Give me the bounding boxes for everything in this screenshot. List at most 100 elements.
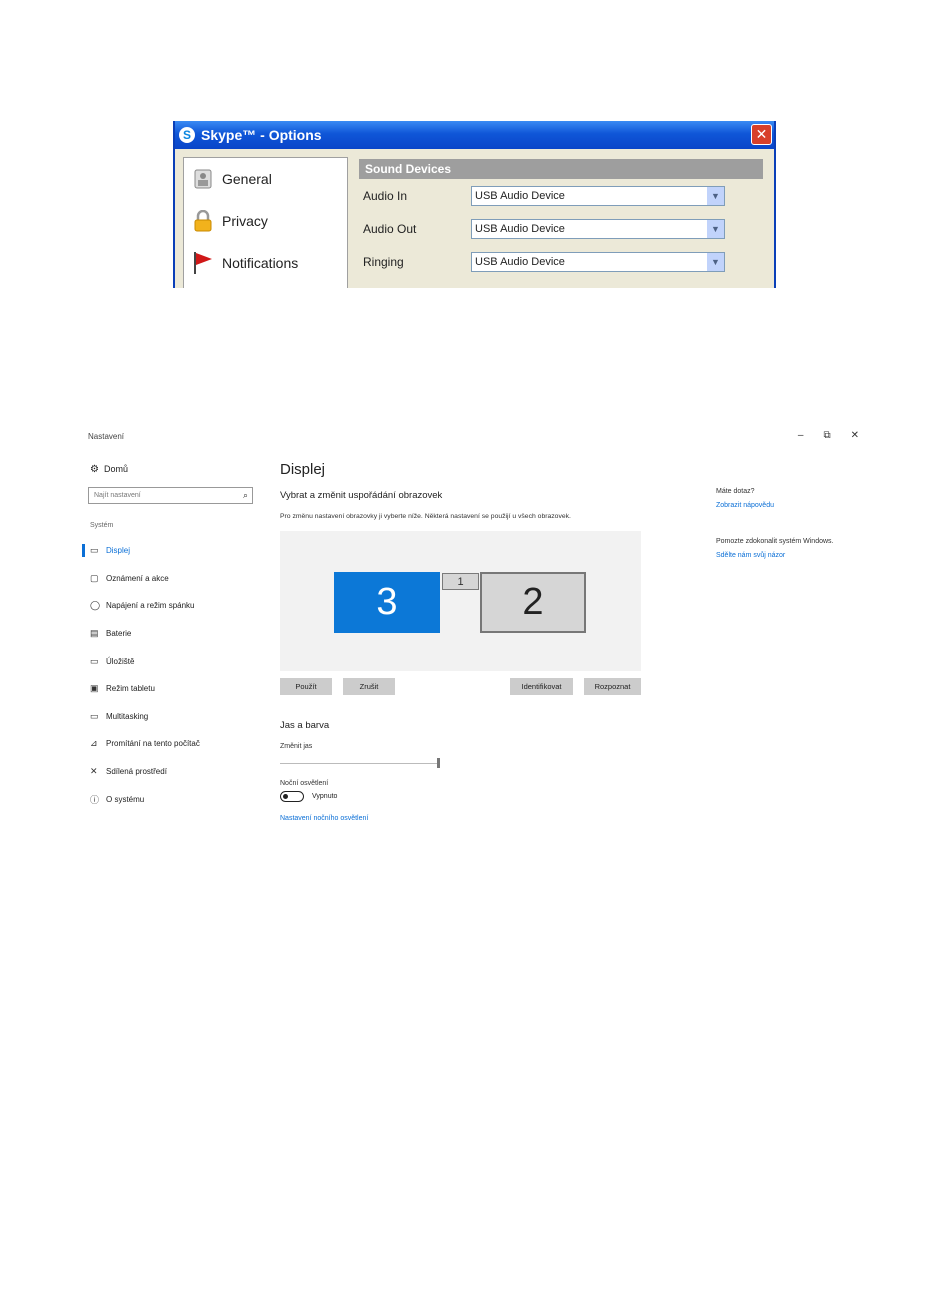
detect-button[interactable]: Rozpoznat bbox=[584, 678, 641, 695]
skype-nav-label: General bbox=[222, 171, 272, 187]
sidebar-item-1[interactable]: ▭ Displej bbox=[82, 537, 260, 565]
brightness-label: Změnit jas bbox=[280, 743, 313, 750]
ringing-value: USB Audio Device bbox=[475, 255, 565, 268]
sidebar-item-6[interactable]: ▣ Režim tabletu bbox=[88, 675, 260, 703]
page-title: Displej bbox=[280, 461, 326, 478]
help-panel: Máte dotaz? Zobrazit nápovědu Pomozte zd… bbox=[716, 487, 836, 559]
settings-sidebar: ⚙ Domů Najít nastavení ⌕ Systém ▭ Displej… bbox=[82, 461, 260, 813]
sidebar-section-title: Systém bbox=[90, 522, 114, 529]
display-icon: ▭ bbox=[90, 545, 99, 556]
night-light-label: Noční osvětlení bbox=[280, 780, 329, 787]
skype-close-button[interactable]: ✕ bbox=[751, 124, 772, 145]
sidebar-item-10[interactable]: ⓘ O systému bbox=[88, 785, 260, 813]
gear-icon: ⚙ bbox=[90, 463, 99, 475]
slider-thumb[interactable] bbox=[437, 758, 440, 768]
improve-text: Pomozte zdokonalit systém Windows. bbox=[716, 538, 834, 545]
sound-devices-header: Sound Devices bbox=[359, 159, 763, 179]
restore-button[interactable]: ⧉ bbox=[823, 430, 830, 441]
chevron-down-icon[interactable]: ▼ bbox=[707, 219, 724, 238]
skype-logo-icon: S bbox=[179, 127, 195, 143]
sidebar-item-label: Displej bbox=[106, 546, 131, 556]
sidebar-item-label: Promítání na tento počítač bbox=[106, 739, 200, 749]
power-icon: ◯ bbox=[90, 600, 101, 611]
audio-out-label: Audio Out bbox=[363, 221, 417, 236]
audio-out-row: Audio Out USB Audio Device ▼ bbox=[359, 212, 763, 245]
audio-in-value: USB Audio Device bbox=[475, 189, 565, 202]
night-light-state: Vypnuto bbox=[312, 793, 338, 800]
minimize-button[interactable]: – bbox=[798, 430, 804, 441]
ringing-row: Ringing USB Audio Device ▼ bbox=[359, 245, 763, 278]
about-icon: ⓘ bbox=[90, 794, 100, 805]
general-icon bbox=[192, 168, 214, 190]
display-arrangement: 3 1 2 bbox=[280, 531, 641, 671]
ringing-label: Ringing bbox=[363, 254, 404, 269]
sidebar-item-7[interactable]: ▭ Multitasking bbox=[88, 703, 260, 731]
feedback-link[interactable]: Sdělte nám svůj názor bbox=[716, 552, 836, 559]
settings-window-title: Nastavení bbox=[88, 432, 125, 441]
sidebar-item-label: O systému bbox=[106, 794, 145, 804]
identify-button[interactable]: Identifikovat bbox=[510, 678, 573, 695]
search-icon: ⌕ bbox=[242, 490, 248, 500]
sidebar-item-label: Sdílená prostředí bbox=[106, 767, 167, 777]
battery-icon: ▤ bbox=[90, 628, 99, 639]
help-link[interactable]: Zobrazit nápovědu bbox=[716, 502, 836, 509]
night-light-settings-link[interactable]: Nastavení nočního osvětlení bbox=[280, 815, 650, 822]
skype-nav-general[interactable]: General bbox=[184, 158, 347, 200]
audio-out-value: USB Audio Device bbox=[475, 222, 565, 235]
audio-in-row: Audio In USB Audio Device ▼ bbox=[359, 179, 763, 212]
brightness-slider[interactable] bbox=[280, 758, 440, 768]
sidebar-item-label: Baterie bbox=[106, 629, 132, 639]
skype-nav-privacy[interactable]: Privacy bbox=[184, 200, 347, 242]
ringing-select[interactable]: USB Audio Device ▼ bbox=[471, 251, 725, 272]
sound-devices-panel: Sound Devices Audio In USB Audio Device … bbox=[359, 159, 763, 278]
apply-button[interactable]: Použít bbox=[280, 678, 332, 695]
notifications-icon: ▢ bbox=[90, 572, 99, 583]
question-text: Máte dotaz? bbox=[716, 488, 755, 495]
audio-in-label: Audio In bbox=[363, 188, 408, 203]
sidebar-item-2[interactable]: ▢ Oznámení a akce bbox=[88, 565, 260, 593]
night-light-row: Vypnuto bbox=[280, 791, 650, 802]
skype-nav-label: Privacy bbox=[222, 213, 268, 229]
sidebar-item-label: Napájení a režim spánku bbox=[106, 601, 195, 611]
skype-nav-label: Notifications bbox=[222, 255, 299, 271]
arrange-description: Pro změnu nastavení obrazovky ji vyberte… bbox=[280, 513, 571, 520]
chevron-down-icon[interactable]: ▼ bbox=[707, 186, 724, 205]
brightness-section-title: Jas a barva bbox=[280, 720, 330, 731]
sidebar-item-5[interactable]: ▭ Úložiště bbox=[88, 647, 260, 675]
projecting-icon: ⊿ bbox=[90, 738, 98, 749]
chevron-down-icon[interactable]: ▼ bbox=[707, 252, 724, 271]
sidebar-item-3[interactable]: ◯ Napájení a režim spánku bbox=[88, 592, 260, 620]
sidebar-item-4[interactable]: ▤ Baterie bbox=[88, 620, 260, 648]
monitor-2[interactable]: 2 bbox=[480, 572, 586, 633]
shared-experiences-icon: ✕ bbox=[90, 766, 98, 777]
sidebar-home-label: Domů bbox=[104, 464, 129, 474]
close-button[interactable]: ✕ bbox=[851, 430, 859, 441]
sidebar-item-9[interactable]: ✕ Sdílená prostředí bbox=[88, 758, 260, 786]
audio-out-select[interactable]: USB Audio Device ▼ bbox=[471, 218, 725, 239]
monitor-1[interactable]: 1 bbox=[442, 573, 479, 590]
multitasking-icon: ▭ bbox=[90, 710, 99, 721]
search-input[interactable]: Najít nastavení ⌕ bbox=[88, 487, 253, 504]
sidebar-home[interactable]: ⚙ Domů bbox=[90, 461, 260, 477]
skype-nav-notifications[interactable]: Notifications bbox=[184, 242, 347, 284]
search-placeholder: Najít nastavení bbox=[94, 492, 141, 499]
sidebar-item-8[interactable]: ⊿ Promítání na tento počítač bbox=[88, 730, 260, 758]
window-controls: – ⧉ ✕ bbox=[798, 430, 859, 441]
sidebar-item-label: Oznámení a akce bbox=[106, 573, 169, 583]
tablet-icon: ▣ bbox=[90, 683, 99, 694]
close-icon: ✕ bbox=[755, 126, 768, 143]
audio-in-select[interactable]: USB Audio Device ▼ bbox=[471, 185, 725, 206]
monitor-3[interactable]: 3 bbox=[334, 572, 440, 633]
flag-icon bbox=[192, 252, 214, 274]
toggle-knob bbox=[283, 793, 288, 799]
arrange-title: Vybrat a změnit uspořádání obrazovek bbox=[280, 490, 443, 501]
skype-window-title: Skype™ - Options bbox=[201, 127, 322, 143]
skype-nav-panel: General Privacy Notifications bbox=[183, 157, 348, 288]
night-light-toggle[interactable] bbox=[280, 791, 304, 802]
skype-options-window: S Skype™ - Options ✕ General Privacy Not… bbox=[173, 121, 776, 288]
slider-track bbox=[280, 763, 438, 764]
settings-window: Nastavení – ⧉ ✕ ⚙ Domů Najít nastavení ⌕… bbox=[78, 425, 873, 865]
sidebar-item-label: Režim tabletu bbox=[106, 684, 155, 694]
cancel-button[interactable]: Zrušit bbox=[343, 678, 395, 695]
skype-title-bar: S Skype™ - Options bbox=[175, 121, 774, 149]
